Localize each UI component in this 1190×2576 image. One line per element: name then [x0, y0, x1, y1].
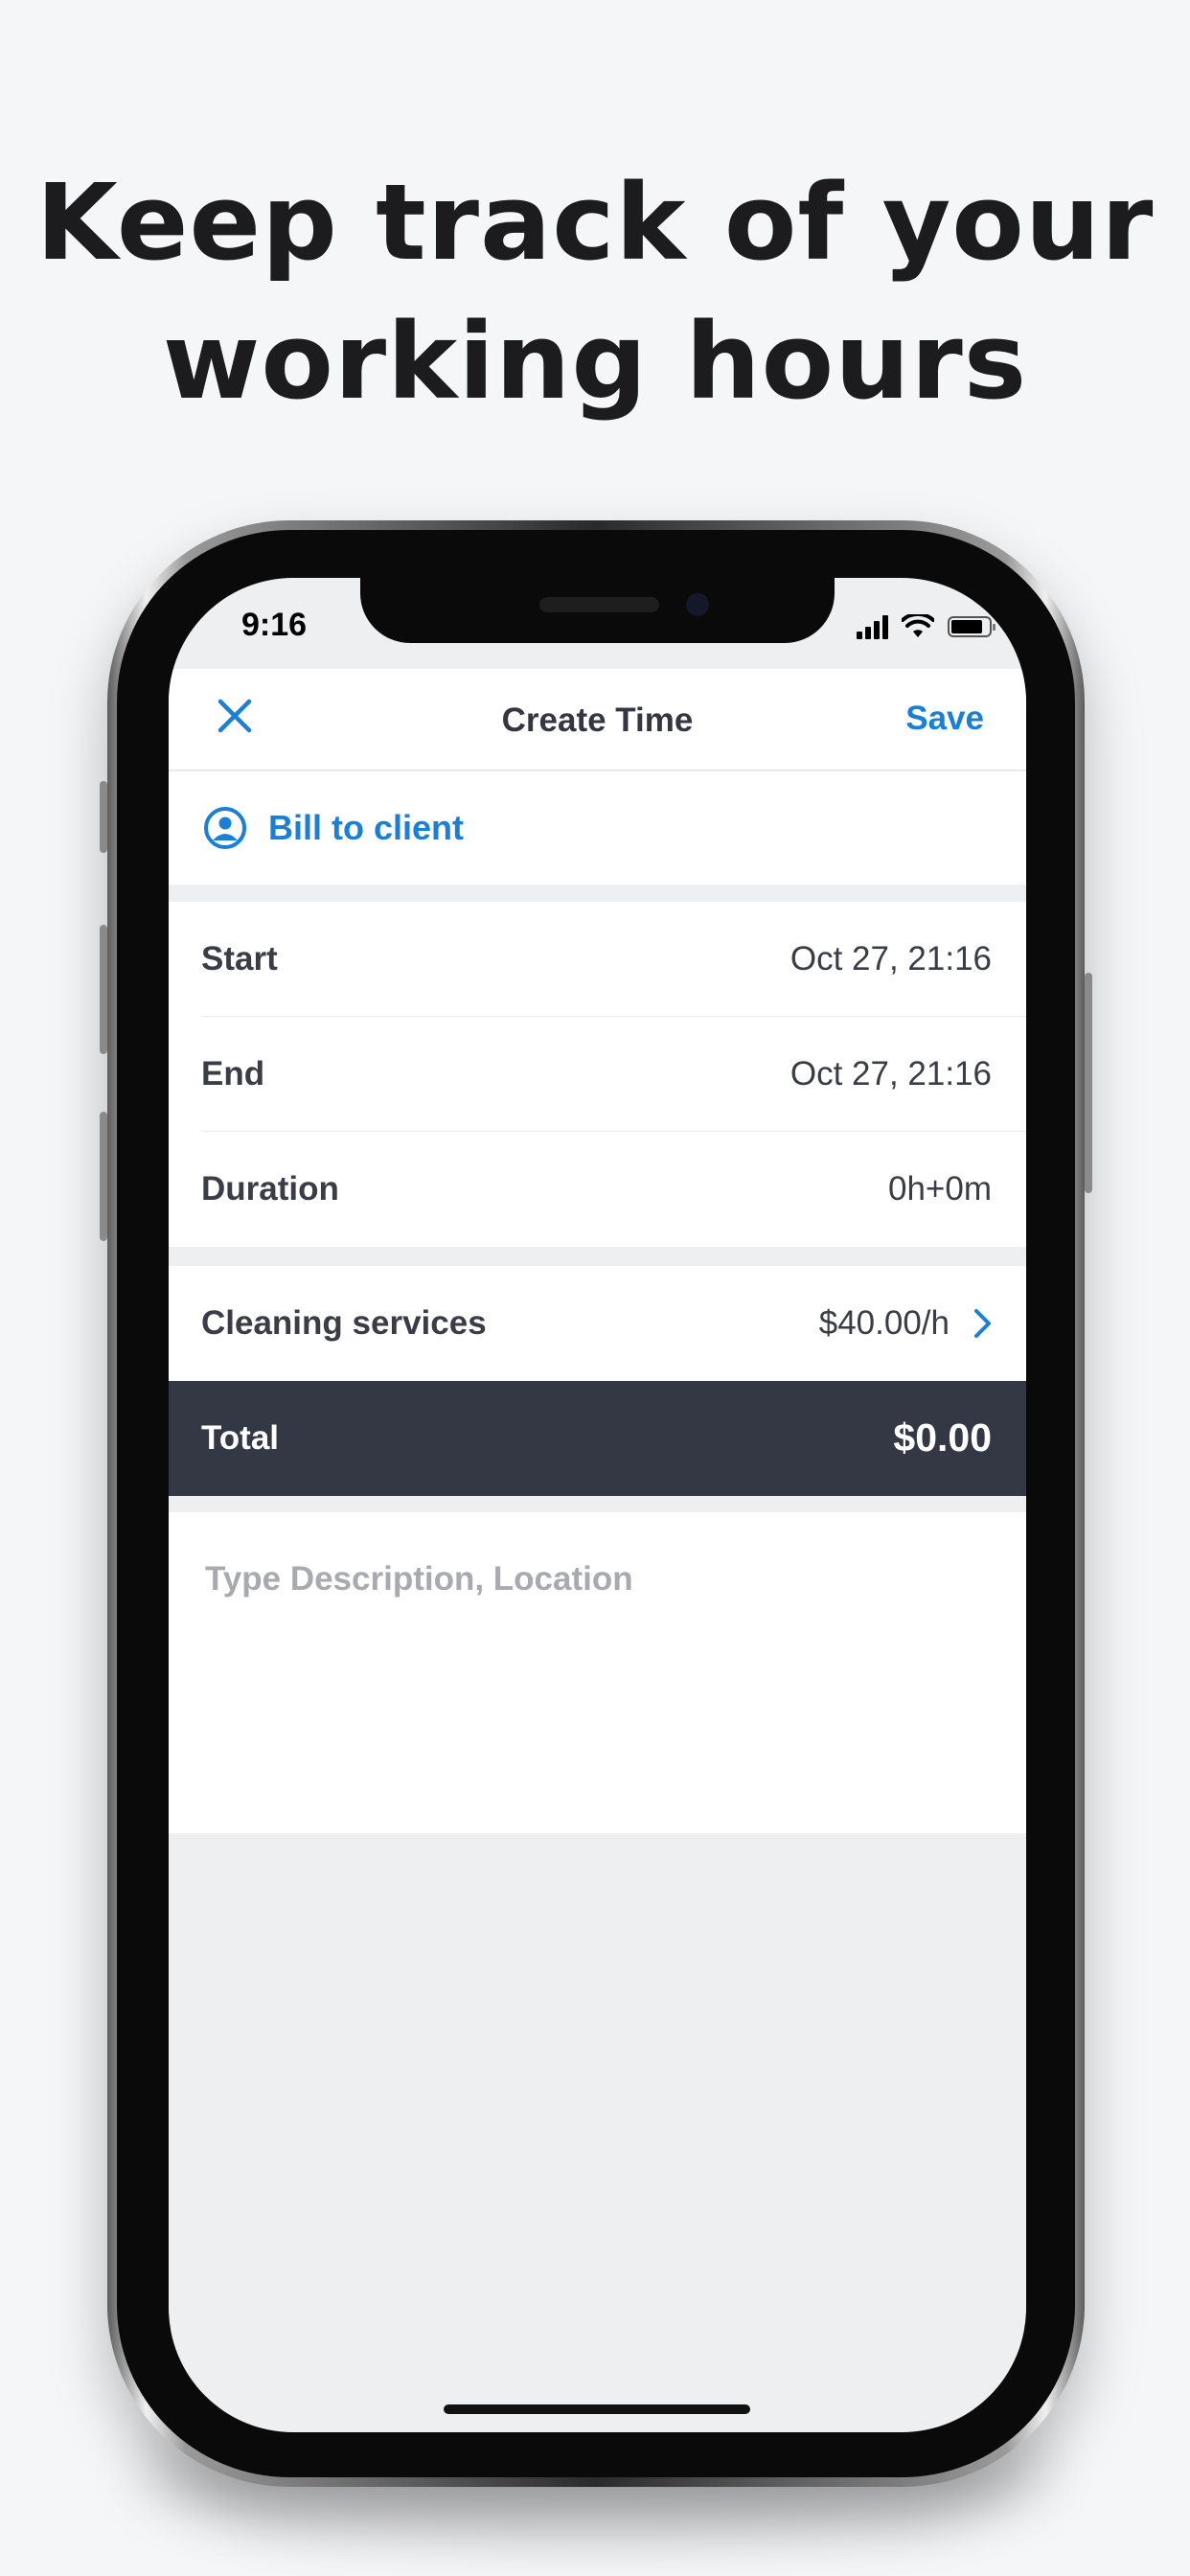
- nav-bar: Create Time Save: [169, 669, 1026, 770]
- time-group: Start Oct 27, 21:16 End Oct 27, 21:16 Du…: [169, 902, 1026, 1247]
- duration-value: 0h+0m: [888, 1170, 992, 1208]
- volume-up-button: [100, 925, 107, 1054]
- start-label: Start: [201, 940, 278, 978]
- service-rate: $40.00/h: [818, 1304, 950, 1342]
- bill-to-client-row[interactable]: Bill to client: [169, 771, 1026, 885]
- total-bar: Total $0.00: [169, 1381, 1026, 1496]
- notch: [360, 578, 835, 643]
- duration-label: Duration: [201, 1170, 339, 1208]
- headline-line-1: Keep track of your: [35, 161, 1155, 284]
- status-time: 9:16: [241, 607, 308, 643]
- headline: Keep track of your working hours: [0, 153, 1190, 431]
- power-button: [1085, 973, 1092, 1193]
- start-row[interactable]: Start Oct 27, 21:16: [169, 902, 1026, 1017]
- wifi-icon: [902, 614, 934, 637]
- chevron-right-icon: [974, 1309, 991, 1338]
- speaker-grille: [539, 597, 659, 612]
- phone-screen: 9:16 Create Time Save Bill to client Sta…: [169, 578, 1026, 2432]
- volume-down-button: [100, 1112, 107, 1241]
- headline-line-2: working hours: [162, 300, 1028, 423]
- battery-icon: [948, 616, 995, 637]
- signal-icon: [857, 614, 888, 639]
- duration-row[interactable]: Duration 0h+0m: [169, 1132, 1026, 1247]
- service-label: Cleaning services: [201, 1304, 487, 1342]
- service-row[interactable]: Cleaning services $40.00/h: [169, 1266, 1026, 1381]
- description-input[interactable]: [205, 1551, 991, 1608]
- description-box: [169, 1512, 1026, 1833]
- mute-switch: [100, 781, 107, 853]
- total-value: $0.00: [893, 1415, 992, 1460]
- end-row[interactable]: End Oct 27, 21:16: [169, 1017, 1026, 1132]
- home-indicator[interactable]: [444, 2404, 750, 2414]
- page-title: Create Time: [501, 702, 694, 739]
- bill-to-client-label: Bill to client: [268, 808, 465, 847]
- person-circle-icon: [204, 807, 246, 849]
- total-label: Total: [201, 1419, 280, 1457]
- end-value: Oct 27, 21:16: [790, 1055, 992, 1092]
- front-camera: [686, 593, 709, 616]
- service-group: Cleaning services $40.00/h: [169, 1266, 1026, 1381]
- end-label: End: [201, 1055, 265, 1092]
- save-button[interactable]: Save: [905, 700, 984, 738]
- start-value: Oct 27, 21:16: [790, 940, 992, 978]
- status-icons: [857, 614, 995, 639]
